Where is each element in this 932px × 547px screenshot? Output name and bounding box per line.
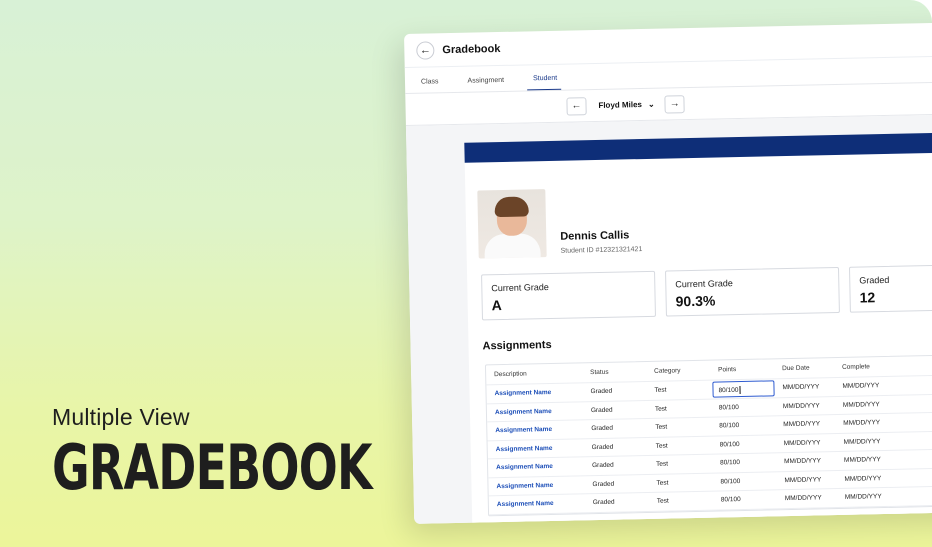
tab-class[interactable]: Class — [421, 78, 448, 93]
points-cell[interactable]: 80/100 — [720, 458, 784, 466]
stat-label: Current Grade — [491, 282, 549, 294]
points-cell[interactable]: 80/100 — [720, 477, 784, 485]
student-name-block: Dennis Callis Student ID #12321321421 — [560, 229, 642, 257]
category-cell: Test — [654, 405, 667, 413]
arrow-left-icon: ← — [419, 43, 431, 57]
points-cell[interactable]: 80/100 — [720, 440, 784, 448]
due-date-cell: MM/DD/YYY — [783, 420, 821, 429]
due-date-cell: MM/DD/YYY — [782, 383, 820, 392]
stat-label: Current Grade — [675, 278, 733, 290]
chevron-down-icon: ⌄ — [647, 99, 655, 109]
promo-background: Multiple View GRADEBOOK ← Gradebook Clas… — [0, 0, 932, 547]
stat-label: Graded — [859, 274, 890, 286]
points-cell[interactable]: 80/100 — [719, 403, 783, 411]
category-cell: Test — [655, 442, 668, 450]
status-cell: Graded — [590, 387, 613, 396]
status-cell: Graded — [592, 480, 615, 488]
student-select-value: Floyd Miles — [598, 100, 643, 110]
stat-card-graded: Graded 12 — [848, 264, 932, 313]
category-cell: Test — [656, 497, 669, 506]
status-cell: Graded — [591, 443, 614, 451]
assignment-link[interactable]: Assignment Name — [487, 425, 591, 434]
points-cell: 80/100 — [712, 380, 782, 398]
column-header[interactable]: Category — [654, 366, 718, 375]
points-cell[interactable]: 80/100 — [719, 421, 783, 429]
assignment-link[interactable]: Assignment Name — [488, 481, 592, 490]
assignment-link[interactable]: Assignment Name — [488, 444, 592, 453]
student-select[interactable]: Floyd Miles ⌄ — [598, 100, 654, 110]
assignment-link[interactable]: Assignment Name — [486, 388, 590, 397]
complete-date-cell: MM/DD/YYY — [842, 382, 880, 391]
column-header[interactable]: Points — [718, 365, 782, 373]
due-date-cell: MM/DD/YYY — [783, 439, 821, 447]
points-input-value: 80/100 — [718, 386, 739, 394]
status-cell: Graded — [590, 406, 613, 414]
category-cell: Test — [655, 460, 669, 469]
tab-assignment[interactable]: Assingment — [467, 77, 513, 92]
due-date-cell: MM/DD/YYY — [783, 457, 821, 466]
assignment-link[interactable]: Assignment Name — [489, 499, 593, 508]
stats-row: Current Grade A Current Grade 90.3% Grad… — [467, 248, 932, 321]
assignment-link[interactable]: Assignment Name — [487, 407, 591, 416]
status-cell: Graded — [591, 424, 614, 433]
app-window: ← Gradebook Class Assingment Student ← F… — [404, 22, 932, 524]
complete-date-cell: MM/DD/YYY — [844, 474, 882, 483]
back-button[interactable]: ← — [416, 40, 435, 60]
next-student-button[interactable]: → — [664, 94, 685, 114]
student-report-card: Dennis Callis Student ID #12321321421 Cu… — [464, 132, 932, 524]
student-photo — [477, 189, 547, 259]
student-name: Dennis Callis — [560, 229, 630, 243]
column-header[interactable]: Description — [486, 369, 590, 379]
student-id: Student ID #12321321421 — [560, 246, 643, 255]
column-header[interactable]: Status — [590, 368, 654, 376]
stat-value: 90.3% — [675, 292, 716, 310]
due-date-cell: MM/DD/YYY — [784, 494, 822, 503]
status-cell: Graded — [592, 498, 615, 507]
promo-title: GRADEBOOK — [52, 431, 373, 504]
points-cell[interactable]: 80/100 — [721, 495, 785, 503]
complete-date-cell: MM/DD/YYY — [843, 419, 881, 428]
prev-student-button[interactable]: ← — [566, 96, 587, 116]
column-header[interactable]: Complete — [842, 363, 902, 371]
complete-date-cell: MM/DD/YYY — [843, 456, 881, 465]
due-date-cell: MM/DD/YYY — [782, 402, 820, 410]
arrow-right-icon: → — [669, 98, 680, 110]
category-cell: Test — [656, 479, 669, 487]
student-profile: Dennis Callis Student ID #12321321421 — [465, 152, 932, 259]
points-input[interactable]: 80/100 — [712, 380, 775, 398]
complete-date-cell: MM/DD/YYY — [843, 437, 881, 446]
app-title: Gradebook — [442, 42, 501, 56]
assignment-link[interactable]: Assignment Name — [488, 462, 592, 471]
status-cell: Graded — [592, 461, 614, 470]
report-canvas: Dennis Callis Student ID #12321321421 Cu… — [405, 114, 932, 524]
stat-value: A — [491, 297, 502, 314]
tab-student[interactable]: Student — [526, 74, 562, 91]
stat-value: 12 — [859, 289, 876, 306]
due-date-cell: MM/DD/YYY — [784, 476, 822, 484]
stat-card-percent-grade: Current Grade 90.3% — [665, 266, 840, 317]
complete-date-cell: MM/DD/YYY — [842, 400, 880, 409]
column-header[interactable]: Due Date — [782, 364, 842, 373]
category-cell: Test — [654, 386, 667, 395]
text-caret — [739, 385, 741, 394]
complete-date-cell: MM/DD/YYY — [844, 493, 882, 502]
assignments-table: Description Status Category Points Due D… — [484, 354, 932, 516]
category-cell: Test — [655, 423, 668, 432]
stat-card-letter-grade: Current Grade A — [481, 270, 656, 321]
arrow-left-icon: ← — [571, 100, 582, 112]
